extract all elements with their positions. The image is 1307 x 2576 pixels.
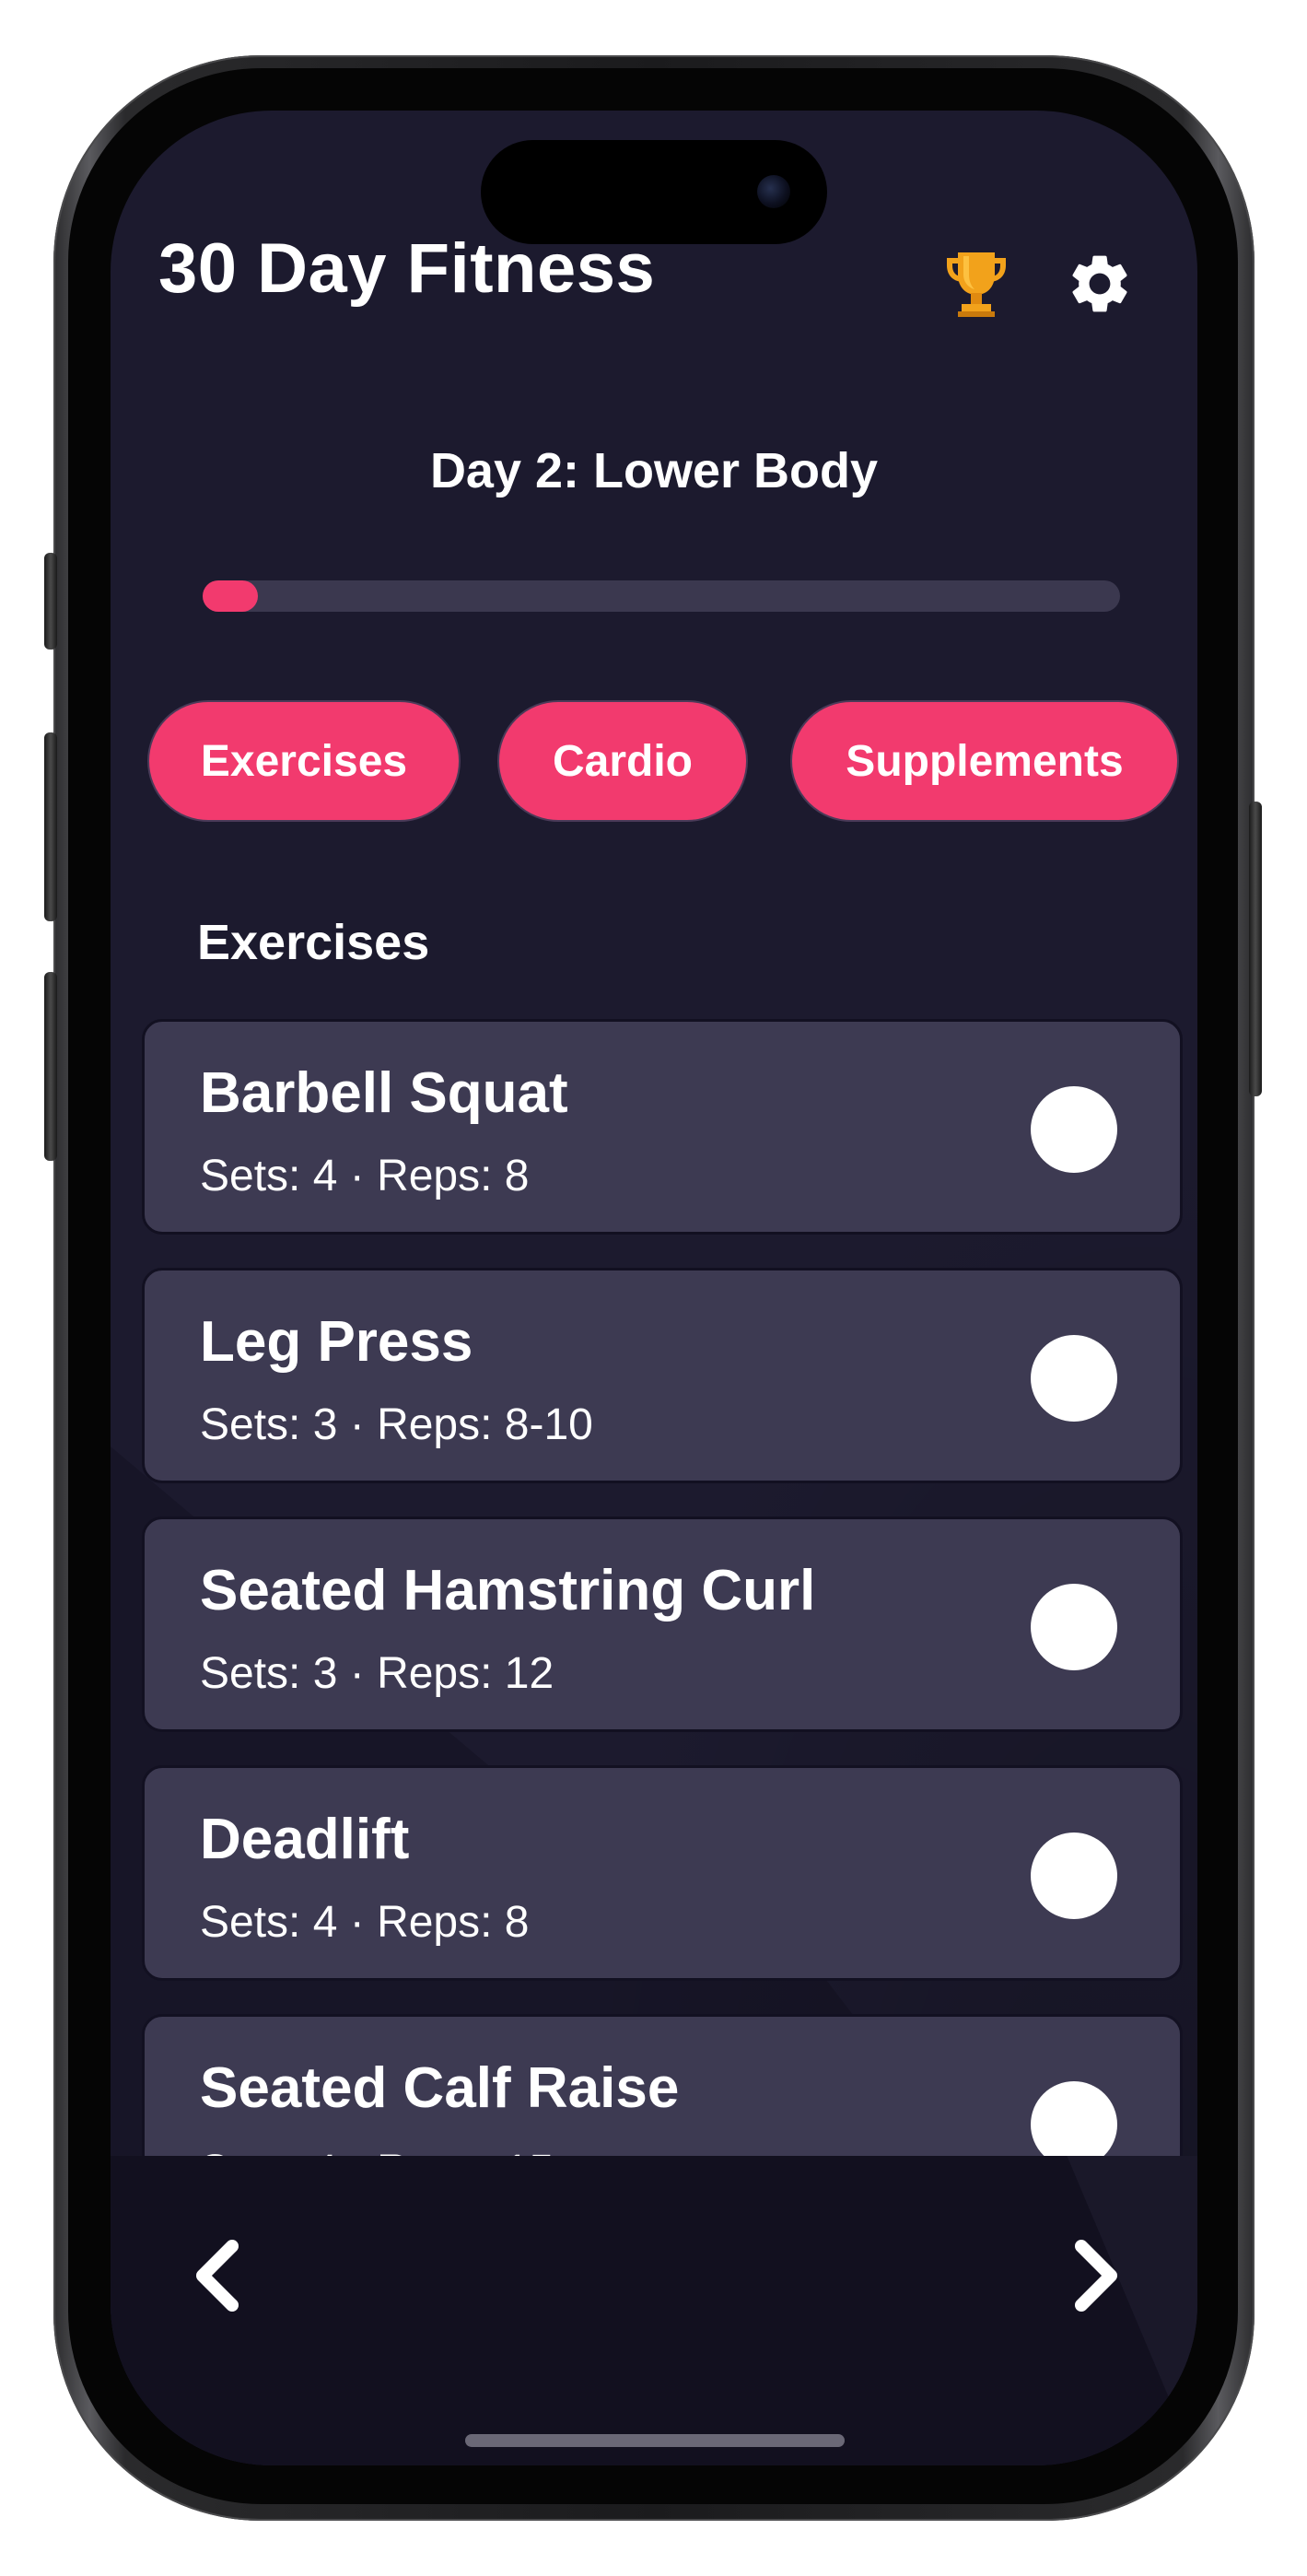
chevron-left-icon[interactable] — [175, 2230, 267, 2322]
exercise-name: Seated Hamstring Curl — [200, 1559, 816, 1622]
exercise-sets-reps: Sets: 4 · Reps: 8 — [200, 1152, 530, 1200]
exercise-sets-reps: Sets: 3 · Reps: 8-10 — [200, 1400, 593, 1449]
section-heading: Exercises — [197, 915, 430, 970]
complete-toggle[interactable] — [1031, 1584, 1117, 1670]
front-camera — [757, 175, 790, 208]
exercise-name: Barbell Squat — [200, 1061, 568, 1125]
app-title: 30 Day Fitness — [158, 229, 656, 308]
tab-supplements[interactable]: Supplements — [790, 700, 1179, 822]
action-button — [44, 553, 57, 650]
complete-toggle[interactable] — [1031, 1335, 1117, 1422]
volume-down-button — [44, 972, 57, 1161]
app-screen: 30 Day Fitness Day 2: Lower Body Exercis… — [111, 111, 1197, 2465]
day-progress-fill — [203, 580, 258, 612]
tab-exercises[interactable]: Exercises — [147, 700, 461, 822]
complete-toggle[interactable] — [1031, 1832, 1117, 1919]
volume-up-button — [44, 732, 57, 921]
exercise-card[interactable]: Seated Calf Raise Sets: 4 · Reps: 15 — [142, 2014, 1183, 2156]
tab-cardio[interactable]: Cardio — [497, 700, 748, 822]
exercise-card[interactable]: Deadlift Sets: 4 · Reps: 8 — [142, 1765, 1183, 1981]
exercise-name: Deadlift — [200, 1808, 410, 1871]
day-progress-bar — [203, 580, 1120, 612]
exercise-name: Seated Calf Raise — [200, 2056, 680, 2120]
bottom-navigation — [111, 2156, 1197, 2465]
power-button — [1249, 802, 1262, 1096]
bottom-bar-shape — [1067, 2156, 1197, 2465]
complete-toggle[interactable] — [1031, 1086, 1117, 1173]
exercise-card[interactable]: Leg Press Sets: 3 · Reps: 8-10 — [142, 1268, 1183, 1483]
home-indicator[interactable] — [465, 2434, 845, 2447]
trophy-icon[interactable] — [939, 247, 1013, 321]
chevron-right-icon[interactable] — [1046, 2230, 1138, 2322]
exercise-name: Leg Press — [200, 1310, 473, 1374]
day-title: Day 2: Lower Body — [429, 443, 879, 498]
gear-icon[interactable] — [1065, 249, 1135, 319]
exercise-card[interactable]: Seated Hamstring Curl Sets: 3 · Reps: 12 — [142, 1516, 1183, 1732]
exercise-list[interactable]: Barbell Squat Sets: 4 · Reps: 8 Leg Pres… — [111, 1013, 1197, 2156]
complete-toggle[interactable] — [1031, 2081, 1117, 2156]
exercise-card[interactable]: Barbell Squat Sets: 4 · Reps: 8 — [142, 1019, 1183, 1235]
exercise-sets-reps: Sets: 4 · Reps: 15 — [200, 2146, 554, 2156]
exercise-sets-reps: Sets: 3 · Reps: 12 — [200, 1649, 554, 1698]
exercise-sets-reps: Sets: 4 · Reps: 8 — [200, 1898, 530, 1947]
